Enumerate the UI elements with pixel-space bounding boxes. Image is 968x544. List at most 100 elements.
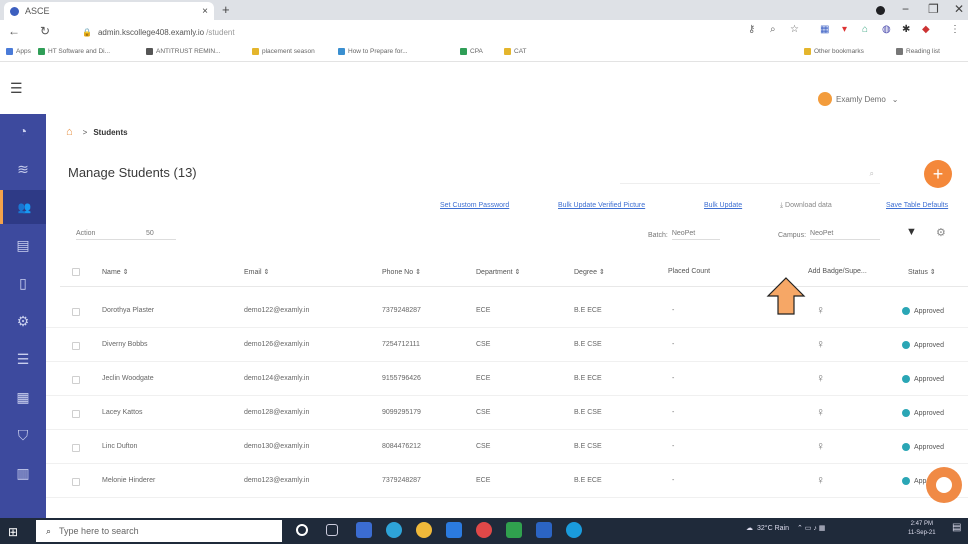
chat-button[interactable] bbox=[926, 467, 962, 503]
sidebar-item-files[interactable]: ▯ bbox=[0, 266, 46, 300]
taskbar-app-icon[interactable] bbox=[416, 522, 432, 538]
badge-icon[interactable]: ♀ bbox=[816, 473, 825, 487]
badge-icon[interactable]: ♀ bbox=[816, 405, 825, 419]
task-view-icon[interactable] bbox=[326, 524, 338, 536]
page-size-dropdown[interactable]: 50 bbox=[146, 230, 176, 240]
bookmark-item[interactable]: How to Prepare for... bbox=[338, 48, 408, 55]
new-tab-button[interactable]: + bbox=[222, 2, 230, 17]
bookmark-item[interactable]: HT Software and Di... bbox=[38, 48, 110, 55]
bulk-update-verified-picture-link[interactable]: Bulk Update Verified Picture bbox=[558, 202, 645, 209]
taskbar-app-icon[interactable] bbox=[506, 522, 522, 538]
home-icon[interactable]: ⌂ bbox=[66, 126, 73, 138]
extension-grid-icon[interactable]: ▦ bbox=[820, 24, 829, 35]
avatar-extension-icon[interactable]: ◆ bbox=[922, 24, 930, 35]
taskbar-app-icon[interactable] bbox=[476, 522, 492, 538]
reload-icon[interactable]: ↻ bbox=[40, 24, 50, 38]
extensions-puzzle-icon[interactable]: ✱ bbox=[902, 24, 910, 35]
badge-icon[interactable]: ♀ bbox=[816, 439, 825, 453]
reading-list[interactable]: Reading list bbox=[896, 48, 940, 55]
status-badge: Approved bbox=[902, 341, 944, 349]
table-row[interactable]: Melonie Hinderer demo123@examly.in 73792… bbox=[46, 464, 968, 498]
other-bookmarks[interactable]: Other bookmarks bbox=[804, 48, 864, 55]
profile-icon[interactable] bbox=[876, 6, 885, 15]
taskbar-app-icon[interactable] bbox=[386, 522, 402, 538]
taskbar-app-icon[interactable] bbox=[536, 522, 552, 538]
notifications-icon[interactable]: ▤ bbox=[952, 522, 961, 533]
column-header-phone[interactable]: Phone No ⇕ bbox=[382, 268, 421, 276]
taskbar-search-input[interactable]: ⌕ Type here to search bbox=[36, 520, 282, 542]
row-checkbox[interactable] bbox=[72, 376, 80, 384]
bookmark-item[interactable]: CPA bbox=[460, 48, 483, 55]
sidebar-item-students[interactable]: 👥 bbox=[0, 190, 46, 224]
chat-icon bbox=[936, 477, 952, 493]
taskbar-app-icon[interactable] bbox=[356, 522, 372, 538]
sidebar-item-dashboard[interactable]: ◔ bbox=[0, 114, 46, 148]
save-table-defaults-link[interactable]: Save Table Defaults bbox=[886, 202, 948, 209]
row-checkbox[interactable] bbox=[72, 308, 80, 316]
star-icon[interactable]: ☆ bbox=[790, 24, 799, 35]
table-row[interactable]: Jeclin Woodgate demo124@examly.in 915579… bbox=[46, 362, 968, 396]
minimize-icon[interactable]: − bbox=[902, 2, 909, 16]
table-row[interactable]: Diverny Bobbs demo126@examly.in 72547121… bbox=[46, 328, 968, 362]
column-header-status[interactable]: Status ⇕ bbox=[908, 268, 936, 276]
user-menu[interactable]: Examly Demo ⌄ bbox=[818, 92, 899, 106]
key-icon[interactable]: ⚷ bbox=[748, 24, 755, 35]
bookmark-apps[interactable]: Apps bbox=[6, 48, 31, 55]
bulk-update-link[interactable]: Bulk Update bbox=[704, 202, 742, 209]
bookmark-item[interactable]: CAT bbox=[504, 48, 527, 55]
taskbar-app-icon[interactable] bbox=[566, 522, 582, 538]
url-field[interactable]: 🔒 admin.kscollege408.examly.io /student bbox=[82, 23, 732, 41]
download-data-button[interactable]: ⤓ Download data bbox=[780, 202, 832, 210]
tab-close-icon[interactable]: × bbox=[202, 6, 208, 17]
cortana-icon[interactable] bbox=[296, 524, 308, 536]
column-header-email[interactable]: Email ⇕ bbox=[244, 268, 269, 276]
row-checkbox[interactable] bbox=[72, 410, 80, 418]
column-header-name[interactable]: Name ⇕ bbox=[102, 268, 128, 276]
browser-tab[interactable]: ASCE × bbox=[4, 2, 214, 20]
system-tray[interactable]: ☁ 32°C Rain ⌃ ▭ ♪ ▦ bbox=[746, 524, 825, 533]
back-icon[interactable]: ← bbox=[8, 24, 20, 38]
table-row[interactable]: Lacey Kattos demo128@examly.in 909929517… bbox=[46, 396, 968, 430]
taskbar-app-icon[interactable] bbox=[446, 522, 462, 538]
cell-email: demo128@examly.in bbox=[244, 409, 310, 416]
campus-filter[interactable]: Campus: NeoPet bbox=[778, 230, 881, 240]
badge-icon[interactable]: ♀ bbox=[816, 337, 825, 351]
extension-shield-icon[interactable]: ▾ bbox=[842, 24, 847, 35]
select-all-checkbox[interactable] bbox=[72, 268, 80, 276]
restore-icon[interactable]: ❐ bbox=[928, 2, 939, 16]
column-header-degree[interactable]: Degree ⇕ bbox=[574, 268, 605, 276]
column-header-department[interactable]: Department ⇕ bbox=[476, 268, 520, 276]
search-input[interactable]: ⌕ bbox=[620, 164, 880, 184]
batch-filter[interactable]: Batch: NeoPet bbox=[648, 230, 720, 240]
sidebar-item-settings[interactable]: ⚙ bbox=[0, 304, 46, 338]
sidebar-item-database[interactable]: ≋ bbox=[0, 152, 46, 186]
table-row[interactable]: Linc Dufton demo130@examly.in 8084476212… bbox=[46, 430, 968, 464]
set-custom-password-link[interactable]: Set Custom Password bbox=[440, 202, 509, 209]
close-window-icon[interactable]: ✕ bbox=[954, 2, 964, 16]
browser-menu-icon[interactable]: ⋮ bbox=[950, 24, 960, 35]
cell-email: demo126@examly.in bbox=[244, 341, 310, 348]
taskbar-clock[interactable]: 2:47 PM 11-Sep-21 bbox=[908, 520, 936, 538]
sidebar-item-list[interactable]: ☰ bbox=[0, 342, 46, 376]
sidebar-item-reports[interactable]: ▥ bbox=[0, 456, 46, 490]
extension-lock-icon[interactable]: ⌂ bbox=[862, 24, 868, 35]
row-checkbox[interactable] bbox=[72, 342, 80, 350]
settings-gear-icon[interactable]: ⚙ bbox=[936, 226, 946, 239]
filter-icon[interactable]: ▼ bbox=[906, 226, 917, 238]
table-row[interactable]: Dorothya Plaster demo122@examly.in 73792… bbox=[46, 294, 968, 328]
badge-icon[interactable]: ♀ bbox=[816, 303, 825, 317]
sidebar-item-shield[interactable]: ⛉ bbox=[0, 418, 46, 452]
action-dropdown[interactable]: Action bbox=[76, 230, 146, 240]
bookmark-item[interactable]: placement season bbox=[252, 48, 315, 55]
hamburger-menu-icon[interactable]: ☰ bbox=[10, 80, 23, 97]
extension-circle-icon[interactable]: ◍ bbox=[882, 24, 891, 35]
zoom-icon[interactable]: ⌕ bbox=[770, 24, 776, 35]
row-checkbox[interactable] bbox=[72, 444, 80, 452]
sidebar-item-documents[interactable]: ▤ bbox=[0, 228, 46, 262]
add-student-button[interactable]: + bbox=[924, 160, 952, 188]
row-checkbox[interactable] bbox=[72, 478, 80, 486]
sidebar-item-building[interactable]: ▦ bbox=[0, 380, 46, 414]
bookmark-item[interactable]: ANTITRUST REMIN... bbox=[146, 48, 221, 55]
windows-start-icon[interactable]: ⊞ bbox=[8, 525, 18, 539]
badge-icon[interactable]: ♀ bbox=[816, 371, 825, 385]
